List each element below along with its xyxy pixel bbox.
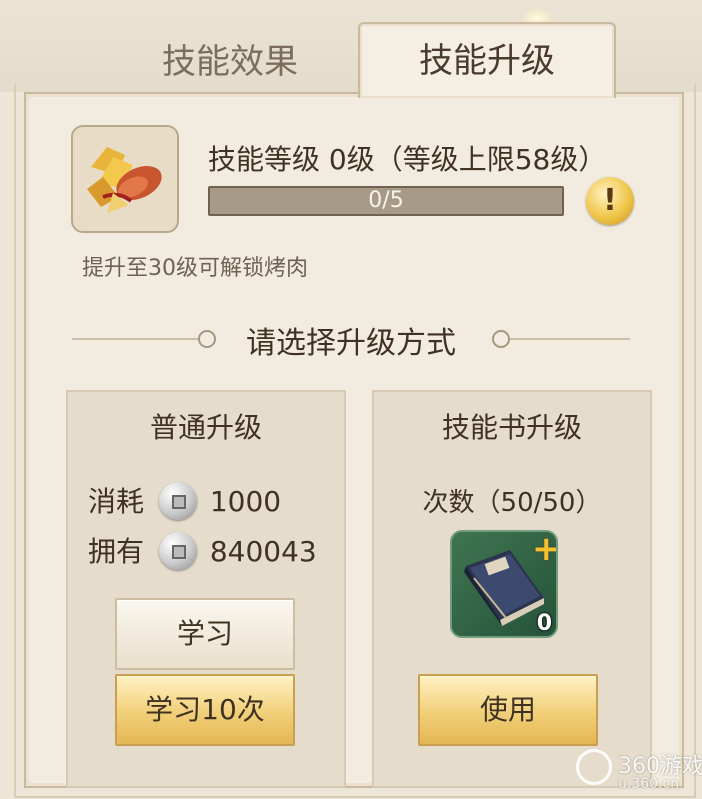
book-count-text: 次数（50/50） xyxy=(422,488,602,518)
own-label: 拥有 xyxy=(88,535,145,568)
skill-level-text: 技能等级 0级（等级上限58级） xyxy=(208,143,607,176)
cost-label: 消耗 xyxy=(88,485,145,518)
roast-meat-icon xyxy=(71,125,179,233)
use-button[interactable]: 使用 xyxy=(418,674,598,746)
silver-coin-icon xyxy=(158,532,197,570)
own-value: 840043 xyxy=(209,535,317,568)
watermark-domain: u.360.cn xyxy=(618,776,680,792)
tab-skill-effect[interactable]: 技能效果 xyxy=(150,40,310,84)
normal-upgrade-title: 普通升级 xyxy=(149,411,262,444)
learn-button[interactable]: 学习 xyxy=(115,598,295,670)
normal-upgrade-box: 普通升级 消耗 1000 拥有 840043 学习 学习10次 xyxy=(66,390,346,788)
divider-ornament-right xyxy=(492,330,510,348)
cost-row: 消耗 1000 xyxy=(88,480,281,524)
book-upgrade-title: 技能书升级 xyxy=(441,411,582,444)
skill-progress-bar: 0/5 xyxy=(208,186,564,216)
unlock-hint-text: 提升至30级可解锁烤肉 xyxy=(82,256,308,281)
tab-skill-upgrade-label: 技能升级 xyxy=(419,41,555,81)
skill-book-item[interactable]: + 0 xyxy=(450,530,558,638)
divider-right xyxy=(510,338,630,340)
section-title: 请选择升级方式 xyxy=(246,326,456,361)
brand-logo-icon xyxy=(576,749,612,785)
book-upgrade-box: 技能书升级 次数（50/50） + 0 使用 xyxy=(372,390,652,788)
cost-value: 1000 xyxy=(209,485,282,518)
own-row: 拥有 840043 xyxy=(88,530,317,574)
learn-10-times-button[interactable]: 学习10次 xyxy=(115,674,295,746)
info-warning-icon[interactable]: ! xyxy=(586,177,634,225)
book-item-count: 0 xyxy=(536,611,552,636)
silver-coin-icon xyxy=(158,482,197,520)
skill-progress-text: 0/5 xyxy=(368,188,404,213)
plus-icon[interactable]: + xyxy=(532,532,556,566)
tab-skill-upgrade[interactable]: 技能升级 xyxy=(358,22,616,98)
